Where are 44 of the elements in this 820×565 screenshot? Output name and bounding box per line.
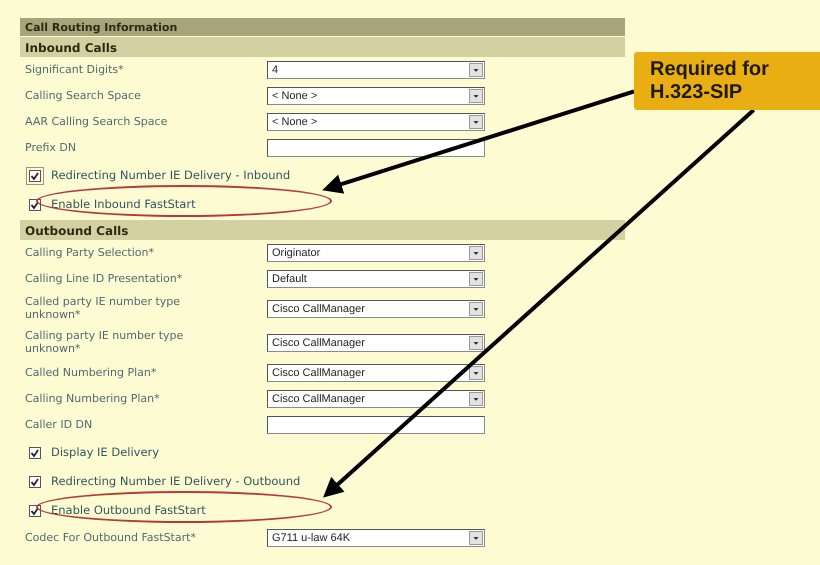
checkbox-label: Redirecting Number IE Delivery - Outbound [51, 472, 300, 490]
caret-icon [469, 366, 483, 380]
field-label: Prefix DN [25, 142, 78, 154]
dropdown[interactable]: Cisco CallManager [267, 390, 485, 408]
checkbox[interactable] [26, 166, 44, 184]
dropdown[interactable]: Default [267, 270, 485, 288]
checkbox-label: Enable Inbound FastStart [51, 196, 196, 213]
dropdown[interactable]: < None > [267, 87, 485, 105]
field-label: Calling Search Space [25, 90, 142, 102]
dropdown[interactable]: < None > [267, 113, 485, 131]
dropdown[interactable]: G711 u-law 64K [267, 529, 485, 547]
caret-icon [469, 392, 483, 406]
dropdown[interactable]: Originator [267, 244, 485, 262]
field-label: Codec For Outbound FastStart* [25, 532, 197, 544]
checkbox-label: Redirecting Number IE Delivery - Inbound [51, 166, 290, 184]
field-label: Caller ID DN [25, 418, 94, 432]
field-label: Significant Digits* [25, 64, 125, 76]
field-label: Calling Numbering Plan* [25, 392, 161, 406]
field-label: Calling Line ID Presentation* [25, 272, 184, 286]
caret-icon [469, 531, 483, 545]
field-label: Called Numbering Plan* [25, 366, 158, 380]
caret-icon [469, 336, 483, 350]
caret-icon [469, 63, 483, 77]
checkbox-label: Display IE Delivery [51, 444, 160, 461]
group-header: Outbound Calls [20, 220, 625, 240]
dropdown[interactable]: Cisco CallManager [267, 300, 485, 318]
field-label: AAR Calling Search Space [25, 116, 168, 128]
dropdown[interactable]: Cisco CallManager [267, 334, 485, 352]
section-header: Call Routing Information [20, 18, 625, 36]
caret-icon [469, 115, 483, 129]
input-field[interactable] [267, 416, 485, 434]
checkbox-label: Enable Outbound FastStart [51, 502, 206, 519]
callout-box: Required for H.323-SIP [634, 52, 820, 110]
dropdown[interactable]: Cisco CallManager [267, 364, 485, 382]
caret-icon [469, 272, 483, 286]
caret-icon [469, 302, 483, 316]
dropdown[interactable]: 4 [267, 61, 485, 79]
input-field[interactable] [267, 139, 485, 157]
field-label: Called party IE number type unknown* [25, 296, 182, 322]
field-label: Calling Party Selection* [25, 246, 155, 260]
caret-icon [469, 89, 483, 103]
group-header: Inbound Calls [20, 37, 625, 57]
field-label: Calling party IE number type unknown* [25, 330, 184, 356]
caret-icon [469, 246, 483, 260]
